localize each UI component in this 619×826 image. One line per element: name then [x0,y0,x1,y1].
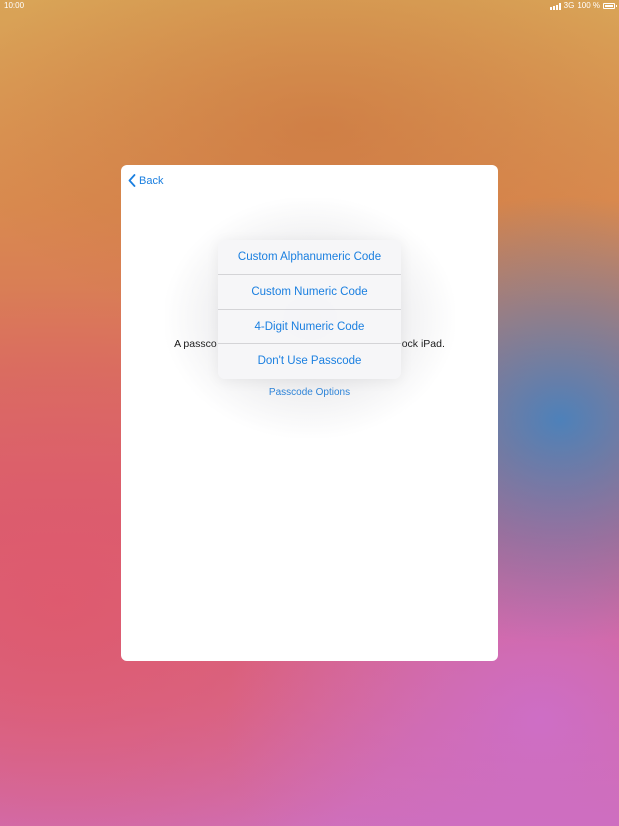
battery-icon [603,3,617,9]
status-bar: 10:00 3G 100 % [0,0,619,12]
chevron-left-icon [128,174,136,187]
menu-item-custom-numeric-code[interactable]: Custom Numeric Code [218,275,401,310]
passcode-options-link[interactable]: Passcode Options [121,387,498,398]
menu-item-custom-alphanumeric-code[interactable]: Custom Alphanumeric Code [218,240,401,275]
status-indicators: 3G 100 % [549,0,617,12]
signal-strength-icon [549,2,561,10]
back-button-label: Back [139,174,164,187]
menu-item-dont-use-passcode[interactable]: Don't Use Passcode [218,344,401,379]
description-text-right: ock iPad. [401,338,445,350]
description-text-left: A passco [174,338,217,350]
battery-percentage: 100 % [577,1,600,10]
network-type: 3G [563,1,575,10]
passcode-options-menu: Custom Alphanumeric Code Custom Numeric … [218,240,401,379]
status-time: 10:00 [4,1,25,10]
back-button[interactable]: Back [128,174,163,187]
menu-item-4-digit-numeric-code[interactable]: 4-Digit Numeric Code [218,310,401,345]
